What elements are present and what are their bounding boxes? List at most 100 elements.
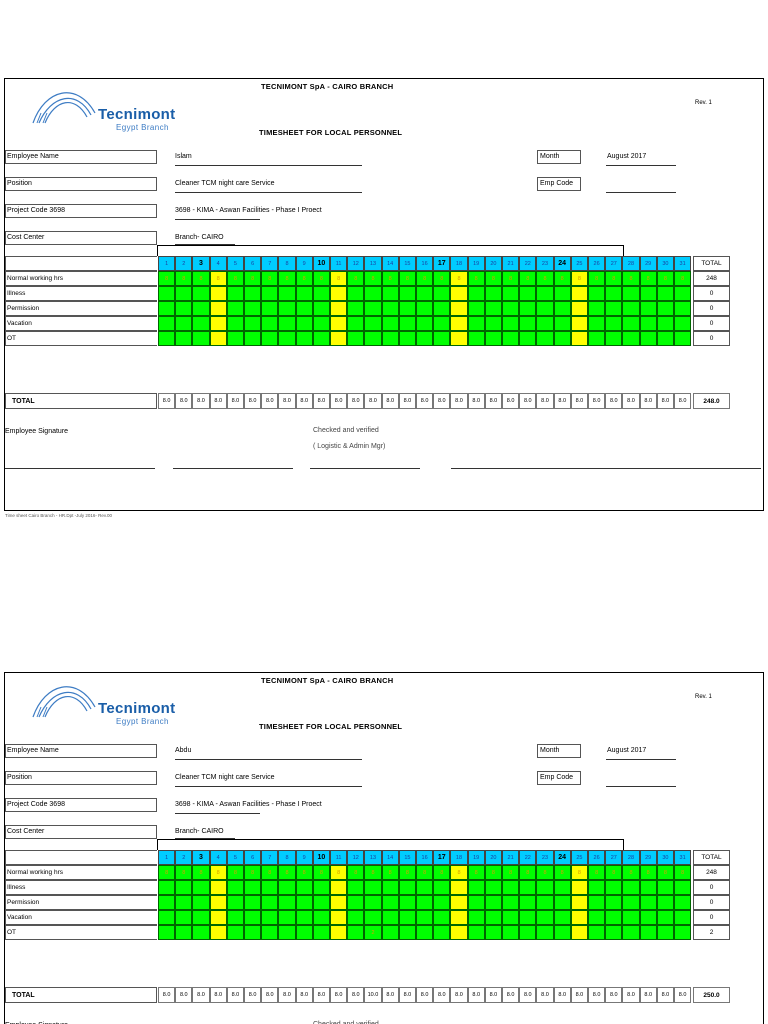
hour-cell[interactable]: 8 xyxy=(312,865,330,880)
hour-cell[interactable] xyxy=(502,331,520,346)
hour-cell[interactable]: 8 xyxy=(330,865,348,880)
hour-cell[interactable] xyxy=(209,910,227,925)
hour-cell[interactable] xyxy=(381,331,399,346)
hour-cell[interactable] xyxy=(588,895,606,910)
hour-cell[interactable]: 8 xyxy=(295,271,313,286)
hour-cell[interactable] xyxy=(433,895,451,910)
hour-cell[interactable] xyxy=(656,286,674,301)
hour-cell[interactable] xyxy=(175,301,193,316)
hour-cell[interactable] xyxy=(226,331,244,346)
cost-center-value[interactable]: Branch- CAIRO xyxy=(175,234,224,241)
hour-cell[interactable] xyxy=(450,925,468,940)
hour-cell[interactable] xyxy=(605,910,623,925)
hour-cell[interactable] xyxy=(639,925,657,940)
hour-cell[interactable] xyxy=(226,880,244,895)
hour-cell[interactable] xyxy=(209,286,227,301)
hour-cell[interactable] xyxy=(278,331,296,346)
hour-cell[interactable] xyxy=(553,925,571,940)
hour-cell[interactable]: 8 xyxy=(398,865,416,880)
hour-cell[interactable]: 8 xyxy=(433,271,451,286)
hour-cell[interactable] xyxy=(484,895,502,910)
hour-cell[interactable] xyxy=(674,880,692,895)
hour-cell[interactable] xyxy=(588,925,606,940)
hour-cell[interactable] xyxy=(175,331,193,346)
hour-cell[interactable] xyxy=(519,286,537,301)
hour-cell[interactable] xyxy=(553,331,571,346)
hour-cell[interactable] xyxy=(467,301,485,316)
hour-cell[interactable] xyxy=(398,895,416,910)
hour-cell[interactable] xyxy=(244,301,262,316)
hour-cell[interactable]: 8 xyxy=(330,271,348,286)
hour-cell[interactable]: 8 xyxy=(175,271,193,286)
hour-cell[interactable] xyxy=(330,301,348,316)
hour-cell[interactable] xyxy=(588,331,606,346)
hour-cell[interactable] xyxy=(553,316,571,331)
hour-cell[interactable] xyxy=(347,880,365,895)
hour-cell[interactable] xyxy=(209,880,227,895)
hour-cell[interactable] xyxy=(295,301,313,316)
hour-cell[interactable] xyxy=(674,316,692,331)
hour-cell[interactable] xyxy=(398,301,416,316)
hour-cell[interactable] xyxy=(484,925,502,940)
hour-cell[interactable]: 8 xyxy=(244,271,262,286)
hour-cell[interactable] xyxy=(175,316,193,331)
hour-cell[interactable] xyxy=(278,316,296,331)
hour-cell[interactable] xyxy=(450,895,468,910)
hour-cell[interactable]: 8 xyxy=(656,865,674,880)
hour-cell[interactable]: 8 xyxy=(536,271,554,286)
hour-cell[interactable]: 8 xyxy=(553,865,571,880)
hour-cell[interactable] xyxy=(244,925,262,940)
hour-cell[interactable] xyxy=(433,316,451,331)
hour-cell[interactable]: 8 xyxy=(519,271,537,286)
hour-cell[interactable] xyxy=(244,910,262,925)
hour-cell[interactable] xyxy=(502,910,520,925)
hour-cell[interactable] xyxy=(484,316,502,331)
hour-cell[interactable] xyxy=(502,880,520,895)
hour-cell[interactable] xyxy=(330,895,348,910)
hour-cell[interactable]: 8 xyxy=(674,271,692,286)
hour-cell[interactable] xyxy=(347,910,365,925)
hour-cell[interactable]: 8 xyxy=(364,865,382,880)
hour-cell[interactable] xyxy=(622,301,640,316)
hour-cell[interactable] xyxy=(158,301,176,316)
hour-cell[interactable] xyxy=(553,286,571,301)
hour-cell[interactable]: 8 xyxy=(674,865,692,880)
hour-cell[interactable] xyxy=(192,895,210,910)
hour-cell[interactable] xyxy=(553,895,571,910)
hour-cell[interactable] xyxy=(588,316,606,331)
hour-cell[interactable] xyxy=(158,880,176,895)
hour-cell[interactable]: 2 xyxy=(364,925,382,940)
hour-cell[interactable]: 8 xyxy=(381,865,399,880)
hour-cell[interactable] xyxy=(261,301,279,316)
hour-cell[interactable] xyxy=(605,880,623,895)
hour-cell[interactable] xyxy=(519,895,537,910)
hour-cell[interactable] xyxy=(209,316,227,331)
hour-cell[interactable] xyxy=(639,286,657,301)
hour-cell[interactable] xyxy=(295,895,313,910)
hour-cell[interactable]: 8 xyxy=(570,271,588,286)
hour-cell[interactable] xyxy=(433,331,451,346)
hour-cell[interactable] xyxy=(398,880,416,895)
hour-cell[interactable] xyxy=(364,880,382,895)
hour-cell[interactable] xyxy=(347,286,365,301)
hour-cell[interactable] xyxy=(639,316,657,331)
hour-cell[interactable] xyxy=(312,895,330,910)
hour-cell[interactable] xyxy=(158,286,176,301)
hour-cell[interactable] xyxy=(398,331,416,346)
hour-cell[interactable]: 8 xyxy=(450,865,468,880)
hour-cell[interactable] xyxy=(278,286,296,301)
hour-cell[interactable] xyxy=(622,331,640,346)
hour-cell[interactable] xyxy=(226,301,244,316)
hour-cell[interactable] xyxy=(244,895,262,910)
hour-cell[interactable] xyxy=(553,910,571,925)
hour-cell[interactable] xyxy=(519,880,537,895)
hour-cell[interactable] xyxy=(674,925,692,940)
hour-cell[interactable]: 8 xyxy=(502,271,520,286)
hour-cell[interactable] xyxy=(381,286,399,301)
hour-cell[interactable] xyxy=(570,895,588,910)
hour-cell[interactable] xyxy=(312,331,330,346)
hour-cell[interactable] xyxy=(639,910,657,925)
hour-cell[interactable] xyxy=(536,331,554,346)
hour-cell[interactable] xyxy=(656,895,674,910)
hour-cell[interactable] xyxy=(381,910,399,925)
